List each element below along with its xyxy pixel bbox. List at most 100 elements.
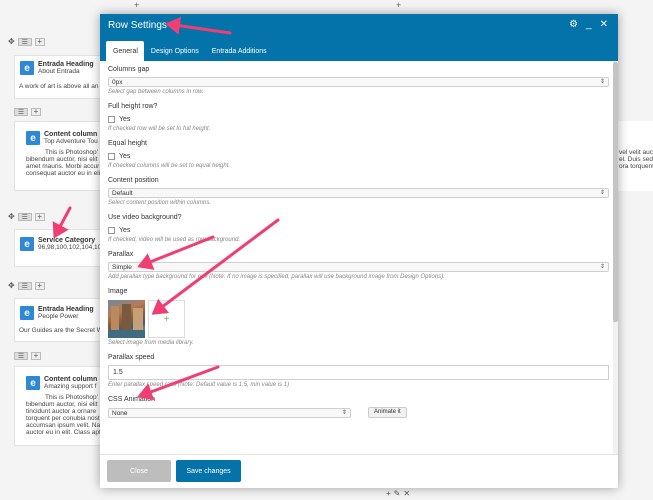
- add-column-icon[interactable]: +: [34, 281, 45, 290]
- css-animation-label: CSS Animation: [108, 396, 156, 403]
- full-height-label: Full height row?: [108, 103, 158, 110]
- checkbox-box[interactable]: [108, 153, 115, 160]
- row-bottom-controls: + ✎ ✕: [386, 489, 410, 498]
- element-subtitle: Amazing support f: [44, 383, 97, 390]
- gear-icon[interactable]: ⚙: [569, 19, 578, 31]
- image-picker: +: [108, 300, 610, 338]
- add-image-button[interactable]: +: [148, 300, 185, 338]
- parallax-speed-input[interactable]: 1.5: [108, 365, 609, 380]
- full-height-checkbox[interactable]: Yes: [108, 115, 610, 124]
- css-animation-value: None: [112, 409, 128, 417]
- element-text: A work of art is above all an: [19, 83, 99, 90]
- parallax-label: Parallax: [108, 251, 134, 258]
- full-height-hint: If checked row will be set to full heigh…: [108, 126, 211, 132]
- modal-title: Row Settings: [108, 20, 167, 31]
- tab-entrada-additions[interactable]: Entrada Additions: [205, 41, 273, 61]
- add-column-icon[interactable]: +: [34, 37, 45, 46]
- add-column-icon[interactable]: +: [34, 212, 45, 221]
- add-element-icon[interactable]: +: [396, 1, 401, 10]
- column-controls: ☰ +: [14, 350, 41, 361]
- minimize-icon[interactable]: _: [586, 19, 592, 31]
- selected-image-thumbnail[interactable]: [108, 300, 145, 338]
- checkbox-box[interactable]: [108, 227, 115, 234]
- element-title: Entrada Heading: [38, 61, 94, 68]
- move-icon[interactable]: ✥: [8, 212, 15, 222]
- row-controls: ✥ ☰ +: [8, 211, 45, 222]
- element-title: Service Category: [38, 237, 96, 244]
- modal-body: Columns gap 0px ⇕ Select gap between col…: [100, 61, 618, 454]
- checkbox-label: Yes: [119, 153, 131, 160]
- content-position-value: Default: [112, 190, 133, 197]
- parallax-speed-label: Parallax speed: [108, 354, 155, 361]
- tab-design-options[interactable]: Design Options: [144, 41, 205, 61]
- delete-icon[interactable]: ✕: [403, 489, 410, 498]
- columns-gap-value: 0px: [112, 79, 123, 86]
- image-hint: Select image from media library.: [108, 340, 194, 346]
- entrada-logo-icon: e: [20, 306, 34, 320]
- scrollbar-thumb[interactable]: [613, 62, 618, 322]
- move-icon[interactable]: ✥: [8, 37, 15, 47]
- element-content-column[interactable]: e Content column Top Adventure Tou: [26, 131, 98, 146]
- add-element-icon[interactable]: +: [134, 1, 139, 10]
- content-position-hint: Select content position within columns.: [108, 200, 212, 206]
- entrada-logo-icon: e: [20, 61, 34, 75]
- entrada-logo-icon: e: [20, 237, 34, 251]
- entrada-logo-icon: e: [26, 131, 40, 145]
- row-layout-icon[interactable]: ☰: [17, 212, 32, 221]
- content-position-select[interactable]: Default ⇕: [108, 188, 609, 198]
- element-service-category[interactable]: e Service Category 96,98,100,102,104,10: [20, 237, 101, 252]
- equal-height-label: Equal height: [108, 140, 147, 147]
- animate-it-button[interactable]: Animate it: [368, 407, 407, 418]
- element-title: Content column: [44, 131, 98, 138]
- column-layout-icon[interactable]: ☰: [14, 107, 28, 116]
- element-text: Our Guides are the Secret W: [19, 327, 103, 334]
- css-animation-row: None ⇕ Animate it: [108, 407, 610, 418]
- equal-height-hint: If checked columns will be set to equal …: [108, 163, 231, 169]
- image-label: Image: [108, 288, 128, 295]
- video-bg-checkbox[interactable]: Yes: [108, 226, 610, 235]
- element-subtitle: 96,98,100,102,104,10: [38, 244, 102, 251]
- row-settings-modal: Row Settings ⚙ _ ✕ General Design Option…: [100, 14, 618, 488]
- element-title: Content column: [44, 376, 98, 383]
- element-subtitle: About Entrada: [38, 68, 80, 75]
- content-position-label: Content position: [108, 177, 159, 184]
- element-text: ora torquent: [619, 163, 653, 170]
- checkbox-box[interactable]: [108, 116, 115, 123]
- video-bg-hint: If checked, video will be used as row ba…: [108, 237, 241, 243]
- row-controls: ✥ ☰ +: [8, 280, 45, 291]
- element-entrada-heading[interactable]: e Entrada Heading About Entrada: [20, 61, 94, 76]
- tab-general[interactable]: General: [106, 41, 144, 61]
- save-changes-button[interactable]: Save changes: [176, 460, 241, 482]
- parallax-hint: Add parallax type background for row (No…: [108, 274, 445, 280]
- select-arrows-icon: ⇕: [341, 409, 347, 416]
- parallax-select[interactable]: Simple ⇕: [108, 262, 609, 272]
- move-icon[interactable]: ✥: [8, 281, 15, 291]
- select-arrows-icon: ⇕: [599, 79, 605, 85]
- add-icon[interactable]: +: [386, 489, 391, 498]
- equal-height-checkbox[interactable]: Yes: [108, 152, 610, 161]
- select-arrows-icon: ⇕: [599, 264, 605, 270]
- modal-header: Row Settings ⚙ _ ✕ General Design Option…: [100, 14, 618, 61]
- column-layout-icon[interactable]: ☰: [14, 351, 28, 360]
- add-element-button[interactable]: +: [31, 107, 41, 116]
- columns-gap-select[interactable]: 0px ⇕: [108, 77, 609, 87]
- row-layout-icon[interactable]: ☰: [17, 37, 32, 46]
- checkbox-label: Yes: [119, 116, 131, 123]
- columns-gap-hint: Select gap between columns in row.: [108, 89, 204, 95]
- css-animation-select[interactable]: None ⇕: [108, 407, 351, 418]
- element-subtitle: People Power: [38, 313, 79, 320]
- row-layout-icon[interactable]: ☰: [17, 281, 32, 290]
- add-element-button[interactable]: +: [31, 351, 41, 360]
- parallax-value: Simple: [112, 264, 132, 271]
- modal-header-controls: ⚙ _ ✕: [569, 19, 608, 31]
- columns-gap-label: Columns gap: [108, 66, 150, 73]
- close-icon[interactable]: ✕: [600, 19, 608, 31]
- video-bg-label: Use video background?: [108, 214, 182, 221]
- edit-icon[interactable]: ✎: [394, 489, 401, 498]
- element-content-column[interactable]: e Content column Amazing support f: [26, 376, 97, 391]
- close-button[interactable]: Close: [107, 460, 171, 482]
- parallax-speed-hint: Enter parallax speed ratio (Note: Defaul…: [108, 382, 290, 388]
- modal-footer: Close Save changes: [100, 454, 618, 488]
- element-entrada-heading[interactable]: e Entrada Heading People Power: [20, 306, 94, 321]
- entrada-logo-icon: e: [26, 376, 40, 390]
